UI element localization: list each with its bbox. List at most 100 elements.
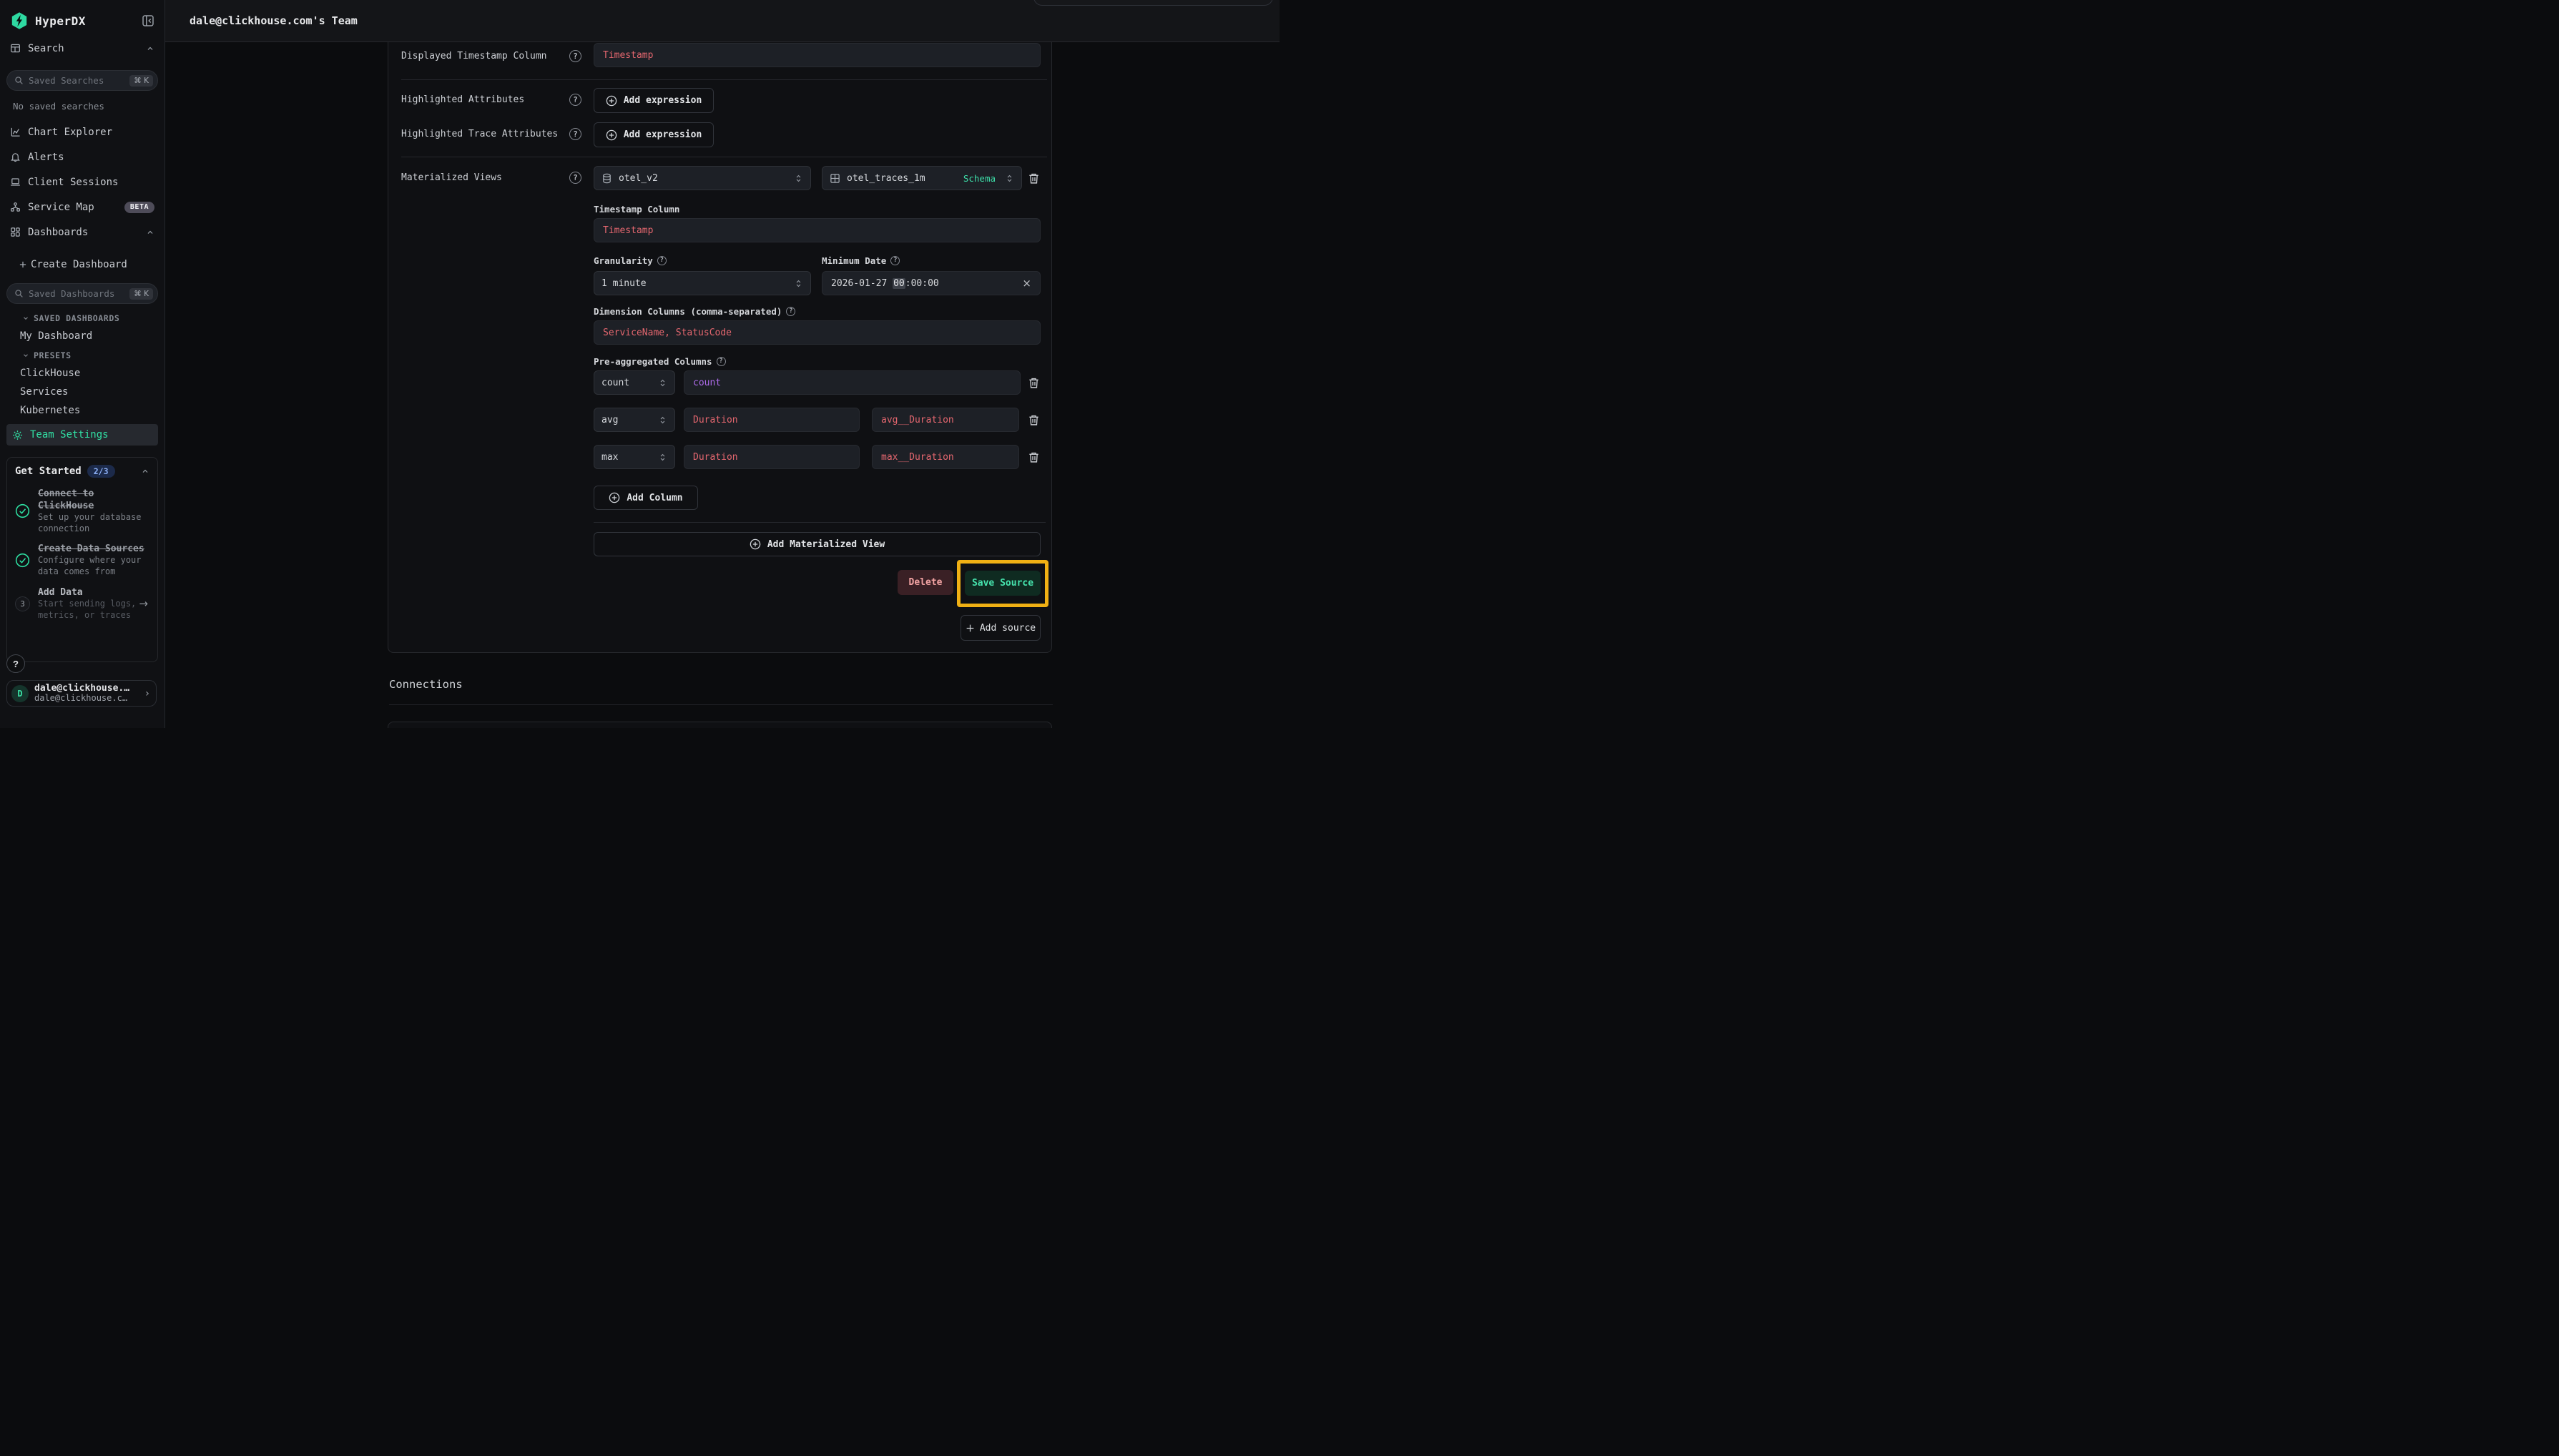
chevron-up-icon[interactable] [141, 467, 149, 476]
add-source-button[interactable]: Add source [961, 615, 1041, 641]
help-icon[interactable]: ? [569, 128, 581, 140]
collapse-sidebar-button[interactable] [142, 14, 154, 27]
saved-dashboards-input[interactable]: Saved Dashboards ⌘ K [6, 283, 158, 304]
create-dashboard-label: Create Dashboard [31, 259, 127, 270]
input-value: count [693, 378, 721, 388]
delete-column-button[interactable] [1026, 413, 1041, 428]
step-desc: Configure where your data comes from [38, 555, 149, 577]
hyperdx-logo-icon [10, 11, 29, 30]
table-select[interactable]: otel_traces_1m Schema [822, 166, 1022, 190]
user-menu[interactable]: D dale@clickhouse.… dale@clickhouse.c… › [6, 680, 157, 707]
select-value: 1 minute [601, 278, 647, 289]
sidebar-item-my-dashboard[interactable]: My Dashboard [0, 327, 164, 345]
aggregate-expression-input[interactable]: Duration [684, 408, 860, 432]
aggregate-fn-select[interactable]: avg [594, 408, 675, 432]
app-root: HyperDX Search Saved Searches ⌘ K No sav… [0, 0, 1280, 728]
dimension-columns-input[interactable]: ServiceName, StatusCode [594, 320, 1041, 345]
sidebar-item-service-map[interactable]: Service Map BETA [0, 195, 164, 220]
sidebar-item-label: Service Map [28, 202, 94, 213]
sidebar-item-team-settings[interactable]: Team Settings [6, 424, 158, 446]
help-icon[interactable]: ? [569, 50, 581, 62]
delete-column-button[interactable] [1026, 450, 1041, 465]
search-icon [14, 76, 24, 85]
aggregate-fn-select[interactable]: count [594, 370, 675, 395]
top-bar: dale@clickhouse.com's Team [165, 0, 1280, 42]
group-presets[interactable]: PRESETS [0, 347, 164, 364]
input-value: Timestamp [603, 50, 653, 61]
sidebar-nav: Chart Explorer Alerts Client Sessions Se… [0, 119, 164, 245]
get-started-header[interactable]: Get Started 2/3 [15, 465, 149, 478]
sidebar-item-dashboards[interactable]: Dashboards [0, 220, 164, 245]
chevron-down-icon [22, 315, 29, 322]
select-value: otel_v2 [619, 173, 658, 184]
button-label: Add expression [624, 95, 702, 106]
aggregate-alias-input[interactable]: avg__Duration [872, 408, 1019, 432]
help-icon[interactable]: ? [569, 172, 581, 184]
sidebar-item-services[interactable]: Services [0, 383, 164, 401]
chevron-up-icon[interactable] [146, 228, 154, 237]
clear-date-button[interactable]: × [1022, 277, 1031, 290]
team-settings-label: Team Settings [30, 429, 109, 441]
sidebar-item-search[interactable]: Search [0, 36, 164, 61]
search-icon [14, 289, 24, 298]
help-icon[interactable]: ? [657, 256, 667, 265]
plus-circle-icon [606, 95, 617, 107]
avatar: D [11, 685, 29, 702]
app-title: HyperDX [35, 14, 86, 28]
create-dashboard-button[interactable]: Create Dashboard [0, 252, 164, 277]
page-title: dale@clickhouse.com's Team [190, 14, 358, 27]
service-map-icon [10, 202, 21, 212]
main-content: Displayed Timestamp Column ? Timestamp H… [165, 42, 1280, 728]
granularity-select[interactable]: 1 minute [594, 271, 811, 295]
progress-badge: 2/3 [87, 465, 115, 478]
button-label: Add expression [624, 129, 702, 140]
add-expression-button[interactable]: Add expression [594, 122, 714, 147]
group-saved-dashboards[interactable]: SAVED DASHBOARDS [0, 310, 164, 327]
aggregate-expression-input[interactable]: count [684, 370, 1021, 395]
preset-label: ClickHouse [20, 368, 80, 379]
delete-column-button[interactable] [1026, 375, 1041, 390]
step-create-data-sources[interactable]: Create Data Sources Configure where your… [15, 543, 149, 577]
delete-source-button[interactable]: Delete [898, 570, 953, 595]
add-materialized-view-button[interactable]: Add Materialized View [594, 532, 1041, 556]
delete-materialized-view-button[interactable] [1026, 171, 1041, 186]
add-column-button[interactable]: Add Column [594, 486, 698, 510]
connections-card-fragment [388, 722, 1052, 728]
mv-timestamp-input[interactable]: Timestamp [594, 218, 1041, 242]
help-icon[interactable]: ? [786, 307, 795, 316]
help-icon[interactable]: ? [890, 256, 900, 265]
select-value: count [601, 378, 629, 388]
button-label: Add source [980, 623, 1036, 634]
check-circle-icon [15, 503, 30, 518]
sidebar-item-clickhouse[interactable]: ClickHouse [0, 364, 164, 383]
aggregate-expression-input[interactable]: Duration [684, 445, 860, 469]
preset-label: Services [20, 386, 68, 398]
save-source-button[interactable]: Save Source [965, 571, 1041, 596]
divider [594, 522, 1046, 523]
field-label: Highlighted Attributes [401, 93, 524, 107]
minimum-date-input[interactable]: 2026-01-27 00:00:00 × [822, 271, 1041, 295]
add-expression-button[interactable]: Add expression [594, 88, 714, 113]
sidebar-item-chart-explorer[interactable]: Chart Explorer [0, 119, 164, 144]
schema-link[interactable]: Schema [963, 173, 996, 184]
sidebar-item-client-sessions[interactable]: Client Sessions [0, 169, 164, 195]
chevron-up-icon[interactable] [146, 44, 154, 53]
saved-searches-input[interactable]: Saved Searches ⌘ K [6, 70, 158, 91]
sidebar-item-alerts[interactable]: Alerts [0, 144, 164, 169]
database-icon [601, 173, 612, 184]
aggregate-alias-input[interactable]: max__Duration [872, 445, 1019, 469]
help-button[interactable]: ? [6, 654, 25, 673]
displayed-timestamp-input[interactable]: Timestamp [594, 43, 1041, 67]
step-title: Create Data Sources [38, 543, 149, 555]
saved-searches-placeholder: Saved Searches [29, 75, 124, 86]
step-title: Connect to ClickHouse [38, 488, 149, 512]
aggregate-fn-select[interactable]: max [594, 445, 675, 469]
help-icon[interactable]: ? [717, 357, 726, 366]
step-add-data[interactable]: 3 Add Data Start sending logs, metrics, … [15, 586, 149, 621]
user-name: dale@clickhouse.… [34, 684, 139, 694]
step-connect-clickhouse[interactable]: Connect to ClickHouse Set up your databa… [15, 488, 149, 534]
help-icon[interactable]: ? [569, 94, 581, 106]
sidebar-item-kubernetes[interactable]: Kubernetes [0, 401, 164, 420]
database-select[interactable]: otel_v2 [594, 166, 811, 190]
search-page-icon [10, 43, 21, 54]
